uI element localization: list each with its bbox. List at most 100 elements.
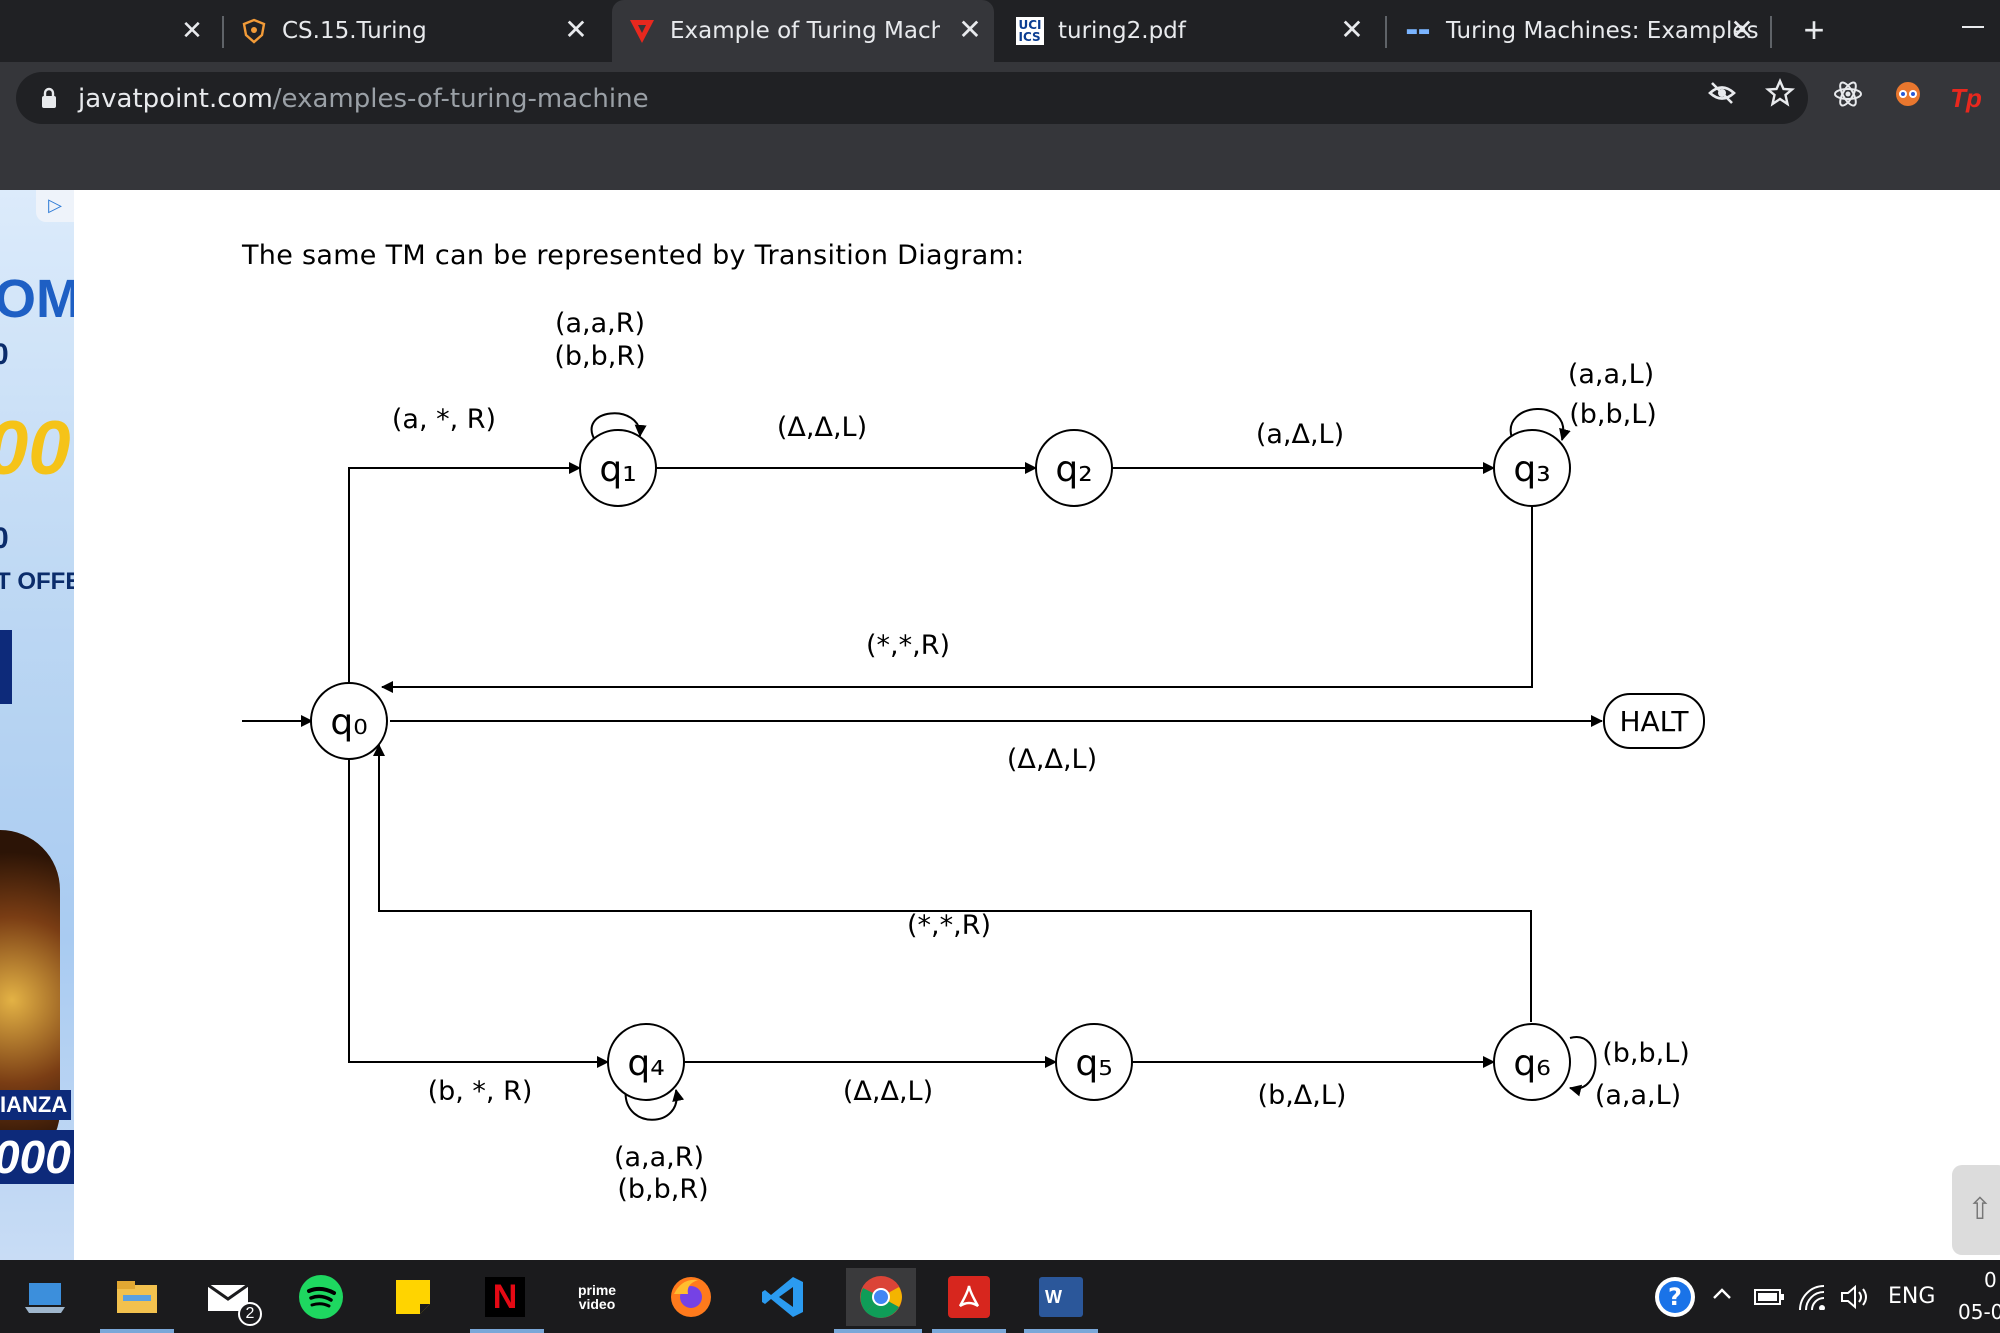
tab-turing2-pdf[interactable]: UCI ICS turing2.pdf ✕ (1016, 0, 1376, 62)
netflix-icon[interactable]: N (476, 1268, 534, 1326)
react-extension-icon[interactable] (1828, 78, 1868, 118)
state-q0-label: q₀ (330, 702, 367, 743)
battery-icon[interactable] (1754, 1288, 1784, 1311)
edge-q6-q0 (373, 744, 1532, 1022)
adchoices-icon[interactable]: ▷ (36, 190, 74, 222)
edge-q3-q0 (381, 506, 1533, 693)
close-icon[interactable]: ✕ (1728, 16, 1756, 44)
scroll-top-button[interactable]: ⇧ (1952, 1165, 2000, 1255)
firefox-icon[interactable] (662, 1268, 720, 1326)
language-indicator[interactable]: ENG (1888, 1284, 1935, 1309)
taskbar-indicator (470, 1329, 544, 1333)
tab-separator (222, 16, 224, 48)
minimize-icon[interactable] (1962, 26, 1984, 28)
clock-date[interactable]: 05-0 (1958, 1300, 2000, 1324)
ad-text: 0 (0, 338, 9, 371)
prime-label: video (578, 1296, 616, 1312)
label-q3-q0: (*,*,R) (866, 630, 950, 661)
state-q1-label: q₁ (599, 449, 636, 490)
close-icon[interactable]: ✕ (956, 16, 984, 44)
url-path: /examples-of-turing-machine (272, 84, 649, 114)
uci-favicon-icon: UCI ICS (1016, 17, 1044, 45)
close-icon[interactable]: ✕ (178, 16, 206, 44)
lock-icon[interactable] (40, 87, 58, 114)
edge-q0-q1 (348, 462, 581, 690)
close-icon[interactable]: ✕ (1338, 16, 1366, 44)
tab-example-turing[interactable]: Example of Turing Machine ✕ (612, 0, 994, 62)
taskbar-indicator (834, 1329, 922, 1333)
left-advertisement[interactable]: ▷ OM 0 00 0 T OFFER IANZA 000 (0, 190, 74, 1260)
shield-favicon-icon (240, 17, 268, 45)
label-q1-q2: (Δ,Δ,L) (777, 412, 867, 443)
url-domain: javatpoint.com (78, 84, 273, 114)
close-icon[interactable]: ✕ (562, 16, 590, 44)
state-q3-label: q₃ (1513, 449, 1550, 490)
page-content: The same TM can be represented by Transi… (74, 190, 2000, 1260)
mail-icon[interactable]: 2 (200, 1268, 262, 1326)
state-halt-label: HALT (1619, 705, 1689, 738)
edge-q0-q4 (348, 750, 609, 1068)
label-q1-loop-2: (b,b,R) (554, 341, 645, 372)
file-explorer-icon[interactable] (108, 1268, 166, 1326)
word-letter: W (1039, 1277, 1083, 1317)
taskbar-indicator (100, 1329, 174, 1333)
svg-text:?: ? (1668, 1283, 1682, 1311)
javatpoint-favicon-icon (628, 17, 656, 45)
chrome-icon[interactable] (846, 1268, 916, 1326)
ad-text: 0 (0, 522, 9, 555)
acrobat-icon[interactable] (940, 1268, 998, 1326)
prime-video-icon[interactable]: prime video (568, 1268, 626, 1326)
ad-text: OM (0, 269, 74, 329)
tp-extension-icon[interactable]: Tp (1946, 78, 1986, 118)
address-bar[interactable]: javatpoint.com/examples-of-turing-machin… (16, 72, 1808, 124)
laptop-icon[interactable] (16, 1268, 74, 1326)
mail-badge: 2 (238, 1302, 262, 1326)
sticky-notes-icon[interactable] (384, 1268, 442, 1326)
tab-label: Example of Turing Machine (670, 18, 940, 44)
site-favicon-icon: ▬▬ (1405, 23, 1431, 39)
tab-bar: ✕ CS.15.Turing ✕ Example of Turing Machi… (0, 0, 2000, 62)
ad-text: 00 (0, 406, 71, 491)
label-q2-q3: (a,Δ,L) (1256, 419, 1344, 450)
url-text: javatpoint.com/examples-of-turing-machin… (78, 84, 649, 114)
prime-label: prime (577, 1282, 617, 1298)
label-q5-q6: (b,Δ,L) (1258, 1080, 1347, 1111)
volume-icon[interactable] (1840, 1284, 1870, 1315)
tab-label: Turing Machines: Examples (1446, 18, 1759, 44)
browser-toolbar: javatpoint.com/examples-of-turing-machin… (0, 62, 2000, 190)
label-q0-q4: (b, *, R) (428, 1076, 533, 1107)
tab-separator (1385, 16, 1387, 48)
state-q2-label: q₂ (1055, 449, 1092, 490)
tab-cs15-turing[interactable]: CS.15.Turing ✕ (240, 0, 600, 62)
hidden-eye-icon[interactable] (1702, 78, 1742, 118)
netflix-letter: N (485, 1277, 525, 1317)
tab-turing-examples[interactable]: ▬▬ Turing Machines: Examples ✕ (1404, 0, 1766, 62)
label-q4-loop-1: (a,a,R) (614, 1142, 704, 1173)
tab-label: CS.15.Turing (282, 18, 427, 44)
taskbar-indicator (932, 1329, 1006, 1333)
word-icon[interactable]: W (1032, 1268, 1090, 1326)
label-q3-loop-1: (a,a,L) (1568, 359, 1654, 390)
ad-text: IANZA (0, 1090, 72, 1120)
state-q4-label: q₄ (627, 1043, 664, 1084)
wifi-icon[interactable] (1798, 1284, 1826, 1315)
label-q6-q0: (*,*,R) (907, 910, 991, 941)
transition-diagram: q₀ q₁ q₂ q₃ q₄ q₅ q₆ HALT (a, *, R) (a,a… (242, 308, 1705, 1205)
label-q6-loop-1: (b,b,L) (1602, 1038, 1690, 1069)
chevron-up-icon[interactable] (1710, 1282, 1734, 1306)
extension-icon[interactable] (1888, 78, 1928, 118)
vscode-icon[interactable] (754, 1268, 812, 1326)
help-icon[interactable]: ? (1646, 1268, 1704, 1326)
state-q5-label: q₅ (1075, 1043, 1112, 1084)
clock-time[interactable]: 0 (1984, 1268, 1997, 1292)
star-icon[interactable] (1760, 78, 1800, 118)
ad-block (0, 630, 12, 704)
label-q0-halt: (Δ,Δ,L) (1007, 744, 1097, 775)
new-tab-button[interactable]: + (1794, 10, 1834, 50)
spotify-icon[interactable] (292, 1268, 350, 1326)
windows-taskbar: 2 N prime video W ? ENG 0 05-0 (0, 1260, 2000, 1333)
label-q4-q5: (Δ,Δ,L) (843, 1076, 933, 1107)
label-q0-q1: (a, *, R) (392, 404, 496, 435)
tab-label: turing2.pdf (1058, 18, 1186, 44)
label-q4-loop-2: (b,b,R) (617, 1174, 708, 1205)
